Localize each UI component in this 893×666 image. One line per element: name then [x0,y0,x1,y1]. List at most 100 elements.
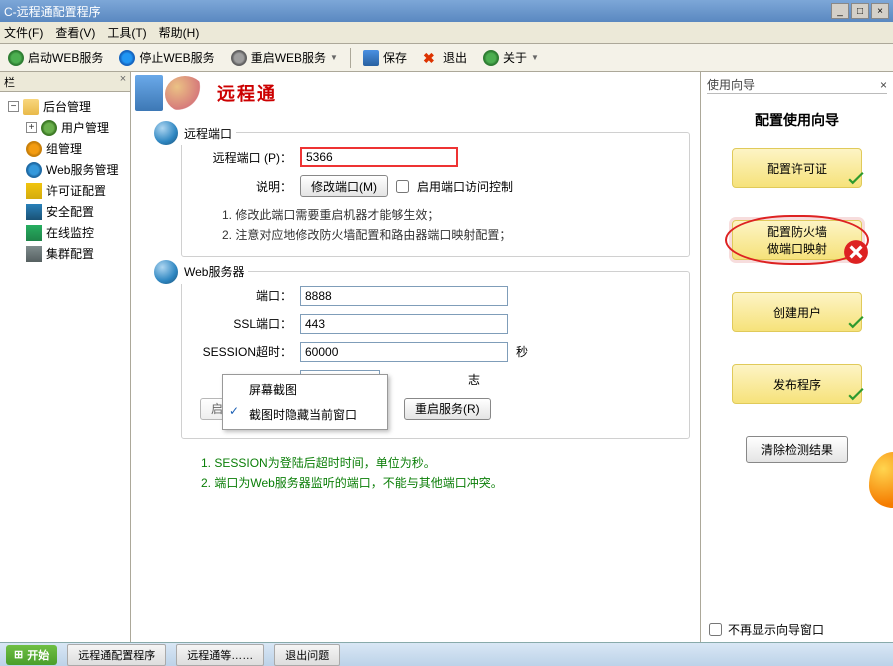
restart-service-button[interactable]: 重启服务(R) [404,398,491,420]
save-label: 保存 [383,49,407,66]
wizard-step-user[interactable]: 创建用户 [732,292,862,332]
tree-root[interactable]: −后台管理 [2,96,128,117]
group-icon [26,141,42,157]
menu-item-label: 屏幕截图 [249,383,297,397]
ssl-port-label: SSL端口： [192,315,292,332]
menu-item-label: 截图时隐藏当前窗口 [249,408,357,422]
restart-web-button[interactable]: 重启WEB服务 ▼ [227,47,342,68]
save-button[interactable]: 保存 [359,47,411,68]
sidebar-item-label: 安全配置 [46,203,94,220]
expand-icon[interactable]: + [26,122,37,133]
sidebar-item-security[interactable]: 安全配置 [2,201,128,222]
taskbar-item[interactable]: 远程通等…… [176,644,264,666]
ssl-port-input[interactable] [300,314,508,334]
enable-access-checkbox[interactable] [396,180,409,193]
monitor-icon [26,225,42,241]
remote-port-input[interactable] [300,147,458,167]
minimize-button[interactable]: _ [831,3,849,19]
dont-show-label: 不再显示向导窗口 [728,621,824,638]
about-icon [483,50,499,66]
web-port-label: 端口： [192,287,292,304]
error-icon [843,239,869,265]
close-button[interactable]: × [871,3,889,19]
restart-icon [231,50,247,66]
footer-note-2: 2. 端口为Web服务器监听的端口，不能与其他端口冲突。 [201,473,690,493]
exit-button[interactable]: ✖退出 [419,47,471,68]
start-web-label: 启动WEB服务 [28,49,103,66]
remote-legend: 远程端口 [184,125,232,142]
exit-label: 退出 [443,49,467,66]
tree: −后台管理 +用户管理 组管理 Web服务管理 许可证配置 安全配置 在线监控 … [0,92,130,268]
modify-port-button[interactable]: 修改端口(M) [300,175,388,197]
stop-web-label: 停止WEB服务 [139,49,214,66]
enable-access-label: 启用端口访问控制 [417,178,513,195]
start-web-button[interactable]: 启动WEB服务 [4,47,107,68]
log-label: 志 [468,371,480,388]
logo-swirl [165,76,205,112]
taskbar: ⊞ 开始 远程通配置程序 远程通等…… 退出问题 [0,642,893,666]
maximize-button[interactable]: □ [851,3,869,19]
lock-icon [26,204,42,220]
check-icon [843,167,869,193]
restart-web-label: 重启WEB服务 [251,49,326,66]
menu-bar: 文件(F) 查看(V) 工具(T) 帮助(H) [0,22,893,44]
sidebar: 栏× −后台管理 +用户管理 组管理 Web服务管理 许可证配置 安全配置 在线… [0,72,131,646]
stop-web-button[interactable]: 停止WEB服务 [115,47,218,68]
sidebar-item-license[interactable]: 许可证配置 [2,180,128,201]
menu-view[interactable]: 查看(V) [55,24,95,41]
wizard-step-license[interactable]: 配置许可证 [732,148,862,188]
chevron-down-icon: ▼ [330,53,338,62]
logo: 远程通 [133,72,293,114]
sidebar-close-icon[interactable]: × [116,72,130,86]
seconds-label: 秒 [516,343,528,360]
menu-file[interactable]: 文件(F) [4,24,43,41]
menu-hide-window[interactable]: ✓截图时隐藏当前窗口 [223,402,387,427]
sidebar-item-label: Web服务管理 [46,161,118,178]
sidebar-item-label: 集群配置 [46,245,94,262]
session-label: SESSION超时： [192,343,292,360]
about-label: 关于 [503,49,527,66]
wizard-step-label: 创建用户 [773,304,821,321]
exit-icon: ✖ [423,50,439,66]
taskbar-item[interactable]: 远程通配置程序 [67,644,166,666]
menu-tool[interactable]: 工具(T) [107,24,146,41]
toolbar: 启动WEB服务 停止WEB服务 重启WEB服务 ▼ 保存 ✖退出 关于 ▼ [0,44,893,72]
windows-icon: ⊞ [14,648,23,661]
footer-note-1: 1. SESSION为登陆后超时时间，单位为秒。 [201,453,690,473]
logo-image [135,75,163,111]
wizard-step-publish[interactable]: 发布程序 [732,364,862,404]
web-port-input[interactable] [300,286,508,306]
remote-note-1: 1. 修改此端口需要重启机器才能够生效； [222,205,679,225]
sidebar-item-label: 许可证配置 [46,182,106,199]
sidebar-item-cluster[interactable]: 集群配置 [2,243,128,264]
sidebar-item-web[interactable]: Web服务管理 [2,159,128,180]
globe-icon [154,260,178,284]
remote-port-label: 远程端口 (P)： [192,149,292,166]
sidebar-item-users[interactable]: + 用户管理 [2,117,128,138]
web-icon [26,162,42,178]
wizard-step-label: 配置许可证 [767,160,827,177]
sidebar-item-monitor[interactable]: 在线监控 [2,222,128,243]
wizard-title: 配置使用向导 [707,110,887,130]
menu-help[interactable]: 帮助(H) [159,24,200,41]
dont-show-checkbox[interactable] [709,623,722,636]
context-menu: 屏幕截图 ✓截图时隐藏当前窗口 [222,374,388,430]
start-label: 开始 [27,647,49,663]
wizard-step-firewall[interactable]: 配置防火墙做端口映射 [732,220,862,260]
clear-results-button[interactable]: 清除检测结果 [746,436,848,463]
sidebar-item-label: 用户管理 [61,119,109,136]
wizard-close-icon[interactable]: × [880,78,887,92]
start-button[interactable]: ⊞ 开始 [6,645,57,665]
check-icon [843,383,869,409]
collapse-icon[interactable]: − [8,101,19,112]
chevron-down-icon: ▼ [531,53,539,62]
web-legend: Web服务器 [184,263,244,280]
sidebar-item-groups[interactable]: 组管理 [2,138,128,159]
about-button[interactable]: 关于 ▼ [479,47,543,68]
taskbar-item[interactable]: 退出问题 [274,644,340,666]
session-input[interactable] [300,342,508,362]
wizard-header: 使用向导 [707,76,755,93]
stop-icon [119,50,135,66]
folder-icon [23,99,39,115]
menu-screenshot[interactable]: 屏幕截图 [223,377,387,402]
